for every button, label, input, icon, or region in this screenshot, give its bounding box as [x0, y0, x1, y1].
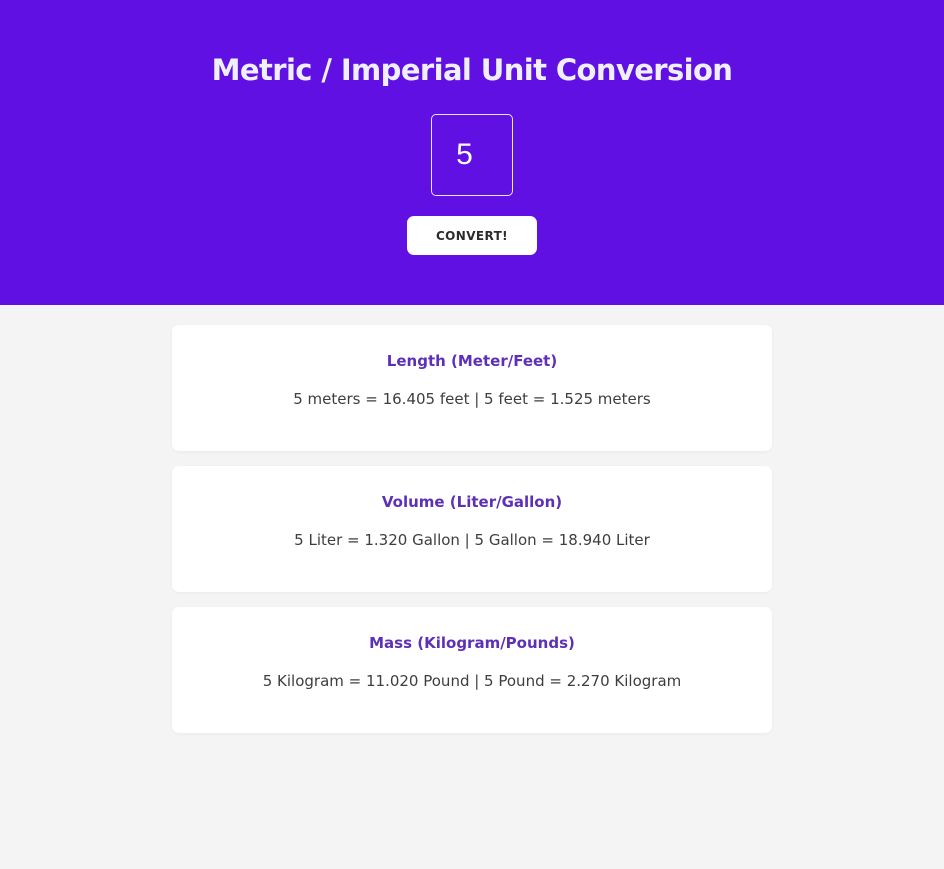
- volume-card-result: 5 Liter = 1.320 Gallon | 5 Gallon = 18.9…: [294, 531, 650, 549]
- length-card-title: Length (Meter/Feet): [386, 352, 558, 370]
- mass-card-result: 5 Kilogram = 11.020 Pound | 5 Pound = 2.…: [262, 672, 682, 690]
- length-card-result: 5 meters = 16.405 feet | 5 feet = 1.525 …: [293, 390, 651, 408]
- length-card: Length (Meter/Feet) 5 meters = 16.405 fe…: [172, 325, 772, 451]
- page-title: Metric / Imperial Unit Conversion: [211, 53, 733, 87]
- mass-card: Mass (Kilogram/Pounds) 5 Kilogram = 11.0…: [172, 607, 772, 733]
- volume-card-title: Volume (Liter/Gallon): [381, 493, 563, 511]
- header: Metric / Imperial Unit Conversion CONVER…: [0, 0, 944, 305]
- value-input[interactable]: [431, 114, 513, 196]
- volume-card: Volume (Liter/Gallon) 5 Liter = 1.320 Ga…: [172, 466, 772, 592]
- mass-card-title: Mass (Kilogram/Pounds): [369, 634, 575, 652]
- results-container: Length (Meter/Feet) 5 meters = 16.405 fe…: [172, 325, 772, 733]
- convert-button[interactable]: CONVERT!: [407, 216, 537, 255]
